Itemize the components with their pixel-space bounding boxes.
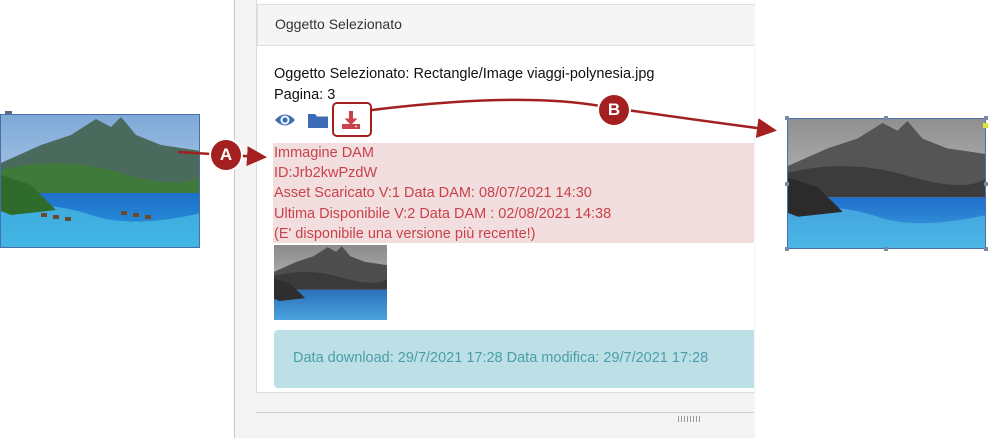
arrow-b (371, 98, 777, 138)
download-highlight-box (332, 102, 372, 137)
marker-a: A (211, 140, 241, 170)
annotation-arrows (177, 98, 777, 167)
marker-b: B (599, 95, 629, 125)
